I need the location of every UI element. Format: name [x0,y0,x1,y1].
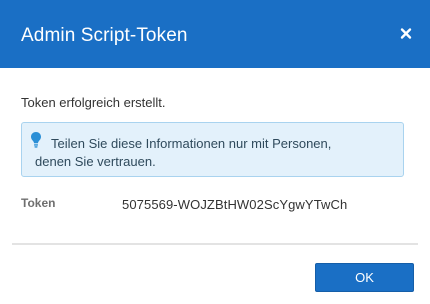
close-icon[interactable] [399,25,413,41]
info-text-line-1: Teilen Sie diese Informationen nur mit P… [51,136,332,151]
dialog-header: Admin Script-Token [0,0,430,68]
ok-button[interactable]: OK [315,263,414,292]
success-message: Token erfolgreich erstellt. [21,95,166,110]
info-text-line-2: denen Sie vertrauen. [35,154,156,169]
dialog-title: Admin Script-Token [21,25,188,46]
footer-divider [12,243,418,245]
admin-script-token-dialog: Admin Script-Token Token erfolgreich ers… [0,0,430,304]
token-label: Token [21,196,56,210]
token-value[interactable]: 5075569-WOJZBtHW02ScYgwYTwCh [122,197,347,212]
info-alert: Teilen Sie diese Informationen nur mit P… [21,122,404,177]
lightbulb-icon [30,131,42,149]
